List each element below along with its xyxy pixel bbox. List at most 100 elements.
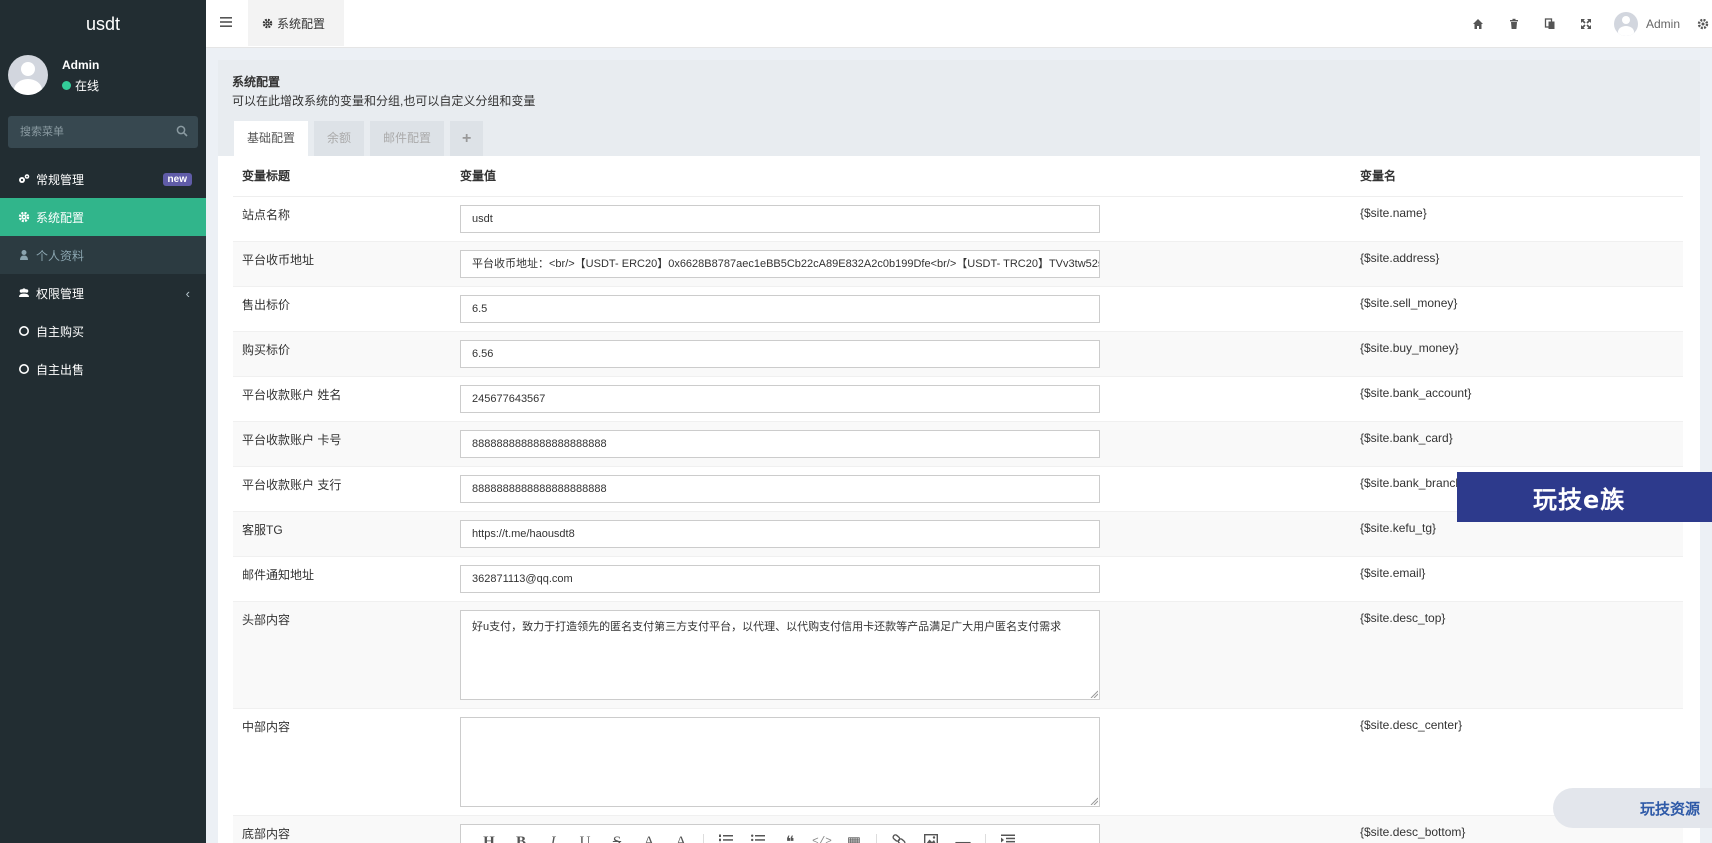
fullscreen-icon	[1580, 19, 1591, 29]
code-button[interactable]: </>	[806, 836, 838, 843]
copy-button[interactable]	[1532, 0, 1568, 48]
sidebar-item-self-buy[interactable]: 自主购买	[0, 312, 206, 350]
bank-account-input[interactable]: 245677643567	[460, 384, 1100, 413]
menu-toggle-icon[interactable]	[220, 16, 232, 28]
header-user-menu[interactable]: Admin	[1604, 12, 1694, 36]
column-header-name: 变量名	[1351, 156, 1683, 197]
row-var-name: {$site.desc_top}	[1351, 600, 1683, 708]
add-group-button[interactable]: +	[450, 121, 484, 156]
sell-price-input[interactable]: 6.5	[460, 294, 1100, 323]
kefu-tg-input[interactable]: https://t.me/haousdt8	[460, 519, 1100, 548]
top-header: 系统配置 Admin	[206, 0, 1712, 48]
buy-price-input[interactable]: 6.56	[460, 339, 1100, 368]
main-content: 系统配置 可以在此增改系统的变量和分组,也可以自定义分组和变量 基础配置 余额 …	[218, 60, 1700, 843]
italic-button[interactable]: I	[537, 834, 569, 843]
tab-system-config[interactable]: 系统配置	[248, 0, 344, 46]
sidebar-item-profile[interactable]: 个人资料	[0, 236, 206, 274]
row-var-name: {$site.bank_account}	[1351, 375, 1683, 421]
ordered-list-icon	[719, 834, 733, 843]
underline-button[interactable]: U	[569, 834, 601, 843]
new-badge: new	[162, 173, 192, 186]
table-row: 平台收币地址 平台收币地址：<br/>【USDT- ERC20】0x6628B8…	[233, 240, 1683, 286]
bold-button[interactable]: B	[505, 834, 537, 843]
cogs-icon	[19, 174, 30, 183]
panel-heading: 系统配置 可以在此增改系统的变量和分组,也可以自定义分组和变量 基础配置 余额 …	[218, 60, 1700, 156]
strikethrough-button[interactable]: S	[601, 834, 633, 843]
tab-basic-config[interactable]: 基础配置	[234, 121, 309, 156]
image-button[interactable]	[915, 833, 947, 843]
row-label: 头部内容	[233, 600, 451, 708]
page-description: 可以在此增改系统的变量和分组,也可以自定义分组和变量	[232, 94, 536, 108]
user-status: 在线	[62, 77, 99, 94]
row-label: 客服TG	[233, 510, 451, 556]
search-icon[interactable]	[176, 125, 188, 137]
gear-icon	[18, 211, 30, 223]
heading-button[interactable]: H	[473, 834, 505, 843]
table-button[interactable]: ▦	[838, 833, 870, 843]
clear-cache-button[interactable]	[1496, 0, 1532, 48]
email-input[interactable]: 362871113@qq.com	[460, 564, 1100, 593]
users-icon	[19, 288, 29, 297]
unordered-list-button[interactable]	[742, 834, 774, 843]
toolbar-divider	[985, 834, 986, 843]
table-row: 中部内容 {$site.desc_center}	[233, 707, 1683, 815]
link-icon	[892, 833, 906, 843]
user-icon	[20, 250, 28, 260]
chevron-left-icon: ‹	[185, 286, 190, 301]
online-dot-icon	[62, 81, 71, 90]
tab-mail-config[interactable]: 邮件配置	[370, 121, 445, 156]
watermark-pill: 玩技资源	[1553, 788, 1712, 828]
app-logo[interactable]: usdt	[0, 0, 206, 48]
sidebar-menu: 常规管理 new 系统配置 个人资料 权限管理 ‹ 自主购买 自主出售	[0, 160, 206, 388]
bank-branch-input[interactable]: 8888888888888888888888	[460, 474, 1100, 503]
sidebar-item-label: 系统配置	[36, 210, 85, 225]
unordered-list-icon	[751, 834, 765, 843]
row-label: 中部内容	[233, 707, 451, 815]
settings-button[interactable]	[1694, 0, 1712, 48]
table-row: 底部内容 H B I U S A A ❝ </> ▦ — {$site.desc…	[233, 814, 1683, 843]
desc-center-textarea[interactable]	[460, 716, 1100, 807]
ordered-list-button[interactable]	[710, 834, 742, 843]
row-var-name: {$site.sell_money}	[1351, 285, 1683, 331]
table-row: 售出标价 6.5 {$site.sell_money}	[233, 285, 1683, 331]
circle-icon	[19, 326, 29, 336]
home-button[interactable]	[1460, 0, 1496, 48]
resize-grip-icon[interactable]	[1090, 690, 1098, 698]
bank-card-input[interactable]: 8888888888888888888888	[460, 429, 1100, 458]
settings-icon	[1697, 18, 1709, 30]
fullscreen-button[interactable]	[1568, 0, 1604, 48]
column-header-title: 变量标题	[233, 156, 451, 197]
tab-balance[interactable]: 余额	[314, 121, 365, 156]
header-user-name: Admin	[1645, 17, 1680, 31]
horizontal-rule-button[interactable]: —	[947, 834, 979, 843]
watermark-banner: 玩技e族	[1457, 472, 1712, 522]
desc-top-textarea[interactable]: 好u支付，致力于打造领先的匿名支付第三方支付平台，以代理、以代购支付信用卡还款等…	[460, 609, 1100, 700]
table-row: 购买标价 6.56 {$site.buy_money}	[233, 330, 1683, 376]
platform-address-input[interactable]: 平台收币地址：<br/>【USDT- ERC20】0x6628B8787aec1…	[460, 249, 1100, 278]
background-color-button[interactable]: A	[665, 834, 697, 843]
indent-button[interactable]	[992, 834, 1024, 843]
user-panel: Admin 在线	[0, 48, 206, 110]
font-color-button[interactable]: A	[633, 834, 665, 843]
row-label: 平台收款账户 姓名	[233, 375, 451, 421]
sidebar-item-general[interactable]: 常规管理 new	[0, 160, 206, 198]
sidebar-item-permissions[interactable]: 权限管理 ‹	[0, 274, 206, 312]
sidebar-item-label: 自主出售	[36, 362, 85, 377]
copy-icon	[1544, 18, 1555, 29]
home-icon	[1472, 19, 1483, 29]
row-label: 底部内容	[233, 814, 451, 843]
sidebar: usdt Admin 在线 常规管理 new 系统配置 个人资料 权限管理 ‹	[0, 0, 206, 843]
table-row: 站点名称 usdt {$site.name}	[233, 195, 1683, 241]
quote-button[interactable]: ❝	[774, 832, 806, 843]
row-label: 平台收币地址	[233, 240, 451, 286]
sidebar-item-self-sell[interactable]: 自主出售	[0, 350, 206, 388]
row-label: 售出标价	[233, 285, 451, 331]
trash-icon	[1509, 18, 1518, 29]
desc-top-text: 好u支付，致力于打造领先的匿名支付第三方支付平台，以代理、以代购支付信用卡还款等…	[472, 620, 1062, 633]
resize-grip-icon[interactable]	[1090, 797, 1098, 805]
menu-search-input[interactable]	[8, 116, 198, 148]
row-label: 邮件通知地址	[233, 555, 451, 601]
link-button[interactable]	[883, 833, 915, 843]
site-name-input[interactable]: usdt	[460, 204, 1100, 233]
sidebar-item-system-config[interactable]: 系统配置	[0, 198, 206, 236]
